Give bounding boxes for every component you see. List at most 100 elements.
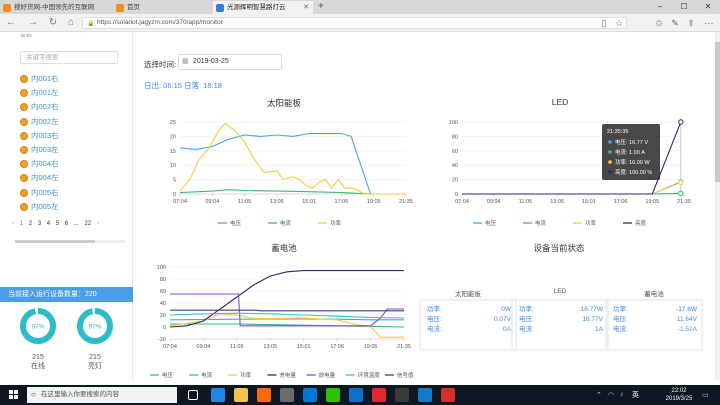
pager-page-22[interactable]: 22: [84, 219, 91, 229]
device-item[interactable]: 内002左: [20, 116, 59, 128]
series-line[interactable]: [179, 122, 406, 195]
device-item[interactable]: 内001左: [20, 87, 59, 99]
pager-page-3[interactable]: 3: [38, 219, 41, 229]
task-view-icon[interactable]: [188, 390, 198, 400]
series-line[interactable]: [169, 312, 405, 319]
series-line[interactable]: [179, 189, 406, 195]
store-icon[interactable]: [280, 388, 294, 402]
pager-prev-button[interactable]: ‹: [12, 219, 14, 229]
lamp-status-icon: [20, 174, 28, 183]
device-item[interactable]: 内004左: [20, 172, 59, 184]
maximize-icon[interactable]: ☐: [672, 0, 696, 14]
device-pager: ‹ 1 2 3 4 5 6 ... 22 ›: [12, 219, 124, 229]
main-scrollbar[interactable]: [715, 32, 720, 380]
online-gauge: 97%: [20, 308, 56, 344]
tab-souhaohuo[interactable]: 搜好货网-中国领先的互联网: [0, 1, 113, 14]
y-tick-label: 0: [173, 192, 176, 198]
pager-page-4[interactable]: 4: [47, 219, 50, 229]
sidebar-cut-label: 名称: [20, 32, 32, 37]
url-bar[interactable]: 🔒 https://solariot.jagyzm.com/370/app/mo…: [82, 17, 627, 29]
pager-page-2[interactable]: 2: [29, 219, 32, 229]
app-red-icon[interactable]: [372, 388, 386, 402]
favorites-icon[interactable]: ✩: [652, 16, 666, 30]
pager-next-button[interactable]: ›: [97, 219, 99, 229]
legend-label[interactable]: 功率: [240, 371, 252, 379]
device-item[interactable]: 内001右: [20, 73, 59, 85]
tab-streetlight-cloud[interactable]: 光源辉明智慧路灯云 ✕: [213, 1, 313, 14]
legend-label[interactable]: 充电量: [279, 371, 296, 379]
taskbar-search-input[interactable]: ○ 在这里输入你要搜索的内容: [27, 387, 177, 403]
volume-icon[interactable]: ♪: [620, 391, 624, 398]
device-item[interactable]: 内003右: [20, 130, 59, 142]
sidebar-scrollbar[interactable]: [15, 240, 125, 243]
reading-view-icon[interactable]: ▯: [597, 16, 611, 30]
edge-icon[interactable]: [211, 388, 225, 402]
legend-label[interactable]: 功率: [330, 219, 342, 227]
online-gauge-label: 215 在线: [19, 353, 57, 371]
network-icon[interactable]: ⌃: [596, 391, 602, 399]
series-line[interactable]: [462, 181, 682, 195]
legend-label[interactable]: 信号值: [397, 371, 414, 379]
device-item[interactable]: 内005右: [20, 187, 59, 199]
legend-label[interactable]: 电流: [280, 219, 292, 227]
legend-label[interactable]: 亮度: [635, 219, 647, 227]
series-line[interactable]: [170, 309, 404, 312]
wechat-icon[interactable]: [326, 388, 340, 402]
legend-label[interactable]: 电流: [535, 219, 547, 227]
status-title: 设备当前状态: [533, 243, 585, 253]
xiaomi-icon[interactable]: [257, 388, 271, 402]
data-point[interactable]: [678, 179, 684, 186]
legend-label[interactable]: 电压: [230, 219, 242, 227]
favorite-star-icon[interactable]: ☆: [612, 16, 626, 30]
tab-label: 光源辉明智慧路灯云: [227, 4, 286, 11]
date-picker-input[interactable]: ▦ 2019-03-25: [178, 54, 282, 70]
app-red2-icon[interactable]: [441, 388, 455, 402]
data-point[interactable]: [678, 190, 684, 196]
mail-icon[interactable]: [349, 388, 363, 402]
legend-label[interactable]: 电压: [485, 219, 497, 227]
device-item[interactable]: 内004右: [20, 158, 59, 170]
ime-indicator[interactable]: 英: [632, 390, 639, 400]
data-point[interactable]: [678, 119, 684, 125]
forward-icon[interactable]: →: [26, 16, 40, 30]
minimize-icon[interactable]: –: [648, 0, 672, 14]
more-icon[interactable]: ⋯: [702, 16, 716, 30]
windows-start-icon[interactable]: [9, 390, 19, 400]
device-item[interactable]: 内002右: [20, 101, 59, 113]
share-icon[interactable]: ⇪: [684, 16, 698, 30]
series-line[interactable]: [462, 181, 682, 195]
legend-label[interactable]: 电压: [162, 371, 174, 379]
pager-page-6[interactable]: 6: [65, 219, 68, 229]
device-item[interactable]: 内005左: [20, 201, 59, 213]
y-tick-label: 20: [452, 178, 458, 184]
status-led-title: LED: [553, 288, 567, 295]
scrollbar-thumb[interactable]: [15, 240, 95, 243]
home-icon[interactable]: ⌂: [64, 16, 78, 30]
back-icon[interactable]: ←: [4, 16, 18, 30]
notes-icon[interactable]: ✎: [668, 16, 682, 30]
legend-label[interactable]: 放电量: [319, 371, 336, 379]
tab-home[interactable]: 首页: [113, 1, 213, 14]
series-line[interactable]: [179, 132, 406, 195]
tooltip-time: 21:35:35: [607, 129, 628, 135]
notification-icon[interactable]: ▭: [702, 391, 709, 399]
tab-close-icon[interactable]: ✕: [303, 1, 309, 14]
new-tab-button[interactable]: +: [318, 0, 324, 14]
device-item[interactable]: 内003左: [20, 144, 59, 156]
photos-icon[interactable]: [303, 388, 317, 402]
refresh-icon[interactable]: ↻: [46, 16, 60, 30]
legend-label[interactable]: 电流: [201, 371, 213, 379]
pager-page-1[interactable]: 1: [20, 219, 23, 229]
legend-label[interactable]: 功率: [585, 219, 597, 227]
app-blue-icon[interactable]: [418, 388, 432, 402]
app-bag-icon[interactable]: [395, 388, 409, 402]
legend-label[interactable]: 环境温度: [358, 371, 381, 379]
scrollbar-thumb[interactable]: [715, 42, 720, 182]
folder-icon[interactable]: [234, 388, 248, 402]
close-window-icon[interactable]: ✕: [696, 0, 720, 14]
pager-page-5[interactable]: 5: [56, 219, 59, 229]
wifi-icon[interactable]: ◠: [608, 391, 614, 399]
device-search-input[interactable]: 关键字搜索: [20, 51, 118, 64]
tooltip-dot: [608, 170, 612, 174]
taskbar-clock[interactable]: 22:02 2019/3/25: [664, 387, 694, 403]
